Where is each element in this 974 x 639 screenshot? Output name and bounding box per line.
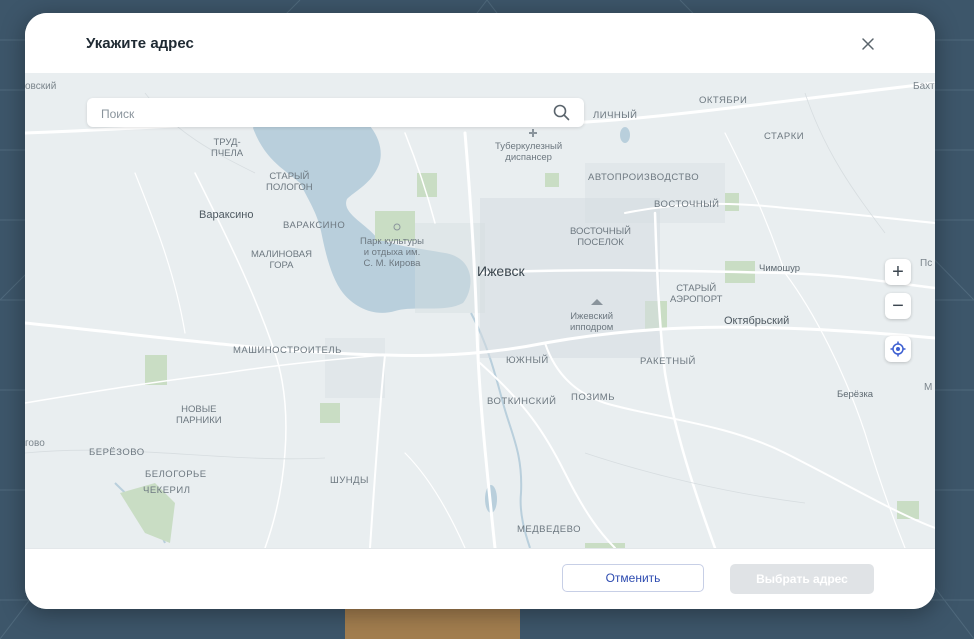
locate-button[interactable] <box>885 336 911 362</box>
edge-label: овский <box>25 81 57 92</box>
district-label: ШУНДЫ <box>330 475 369 486</box>
edge-label: гово <box>25 438 45 449</box>
district-label: БЕЛОГОРЬЕ <box>145 469 207 480</box>
town-label: Октябрьский <box>724 315 790 327</box>
district-label: МЕДВЕДЕВО <box>517 524 582 535</box>
select-address-button[interactable]: Выбрать адрес <box>730 564 874 594</box>
district-label: СТАРЫЙ АЭРОПОРТ <box>670 283 723 305</box>
district-label: НОВЫЕ ПАРНИКИ <box>176 404 222 426</box>
district-label: БЕРЁЗОВО <box>89 447 145 458</box>
zoom-out-button[interactable]: − <box>885 293 911 319</box>
town-label: Вараксино <box>199 209 254 221</box>
district-label: ВОТКИНСКИЙ <box>487 396 557 407</box>
edge-label: Бахт <box>913 81 935 92</box>
district-label: ВОСТОЧНЫЙ ПОСЕЛОК <box>570 226 631 248</box>
district-label: ЮЖНЫЙ <box>506 355 549 366</box>
district-label: РАКЕТНЫЙ <box>640 356 696 367</box>
dialog-footer: Отменить Выбрать адрес <box>25 548 935 609</box>
district-label: МАШИНОСТРОИТЕЛЬ <box>233 345 342 356</box>
district-label: ЛИЧНЫЙ <box>593 110 638 121</box>
search-input[interactable] <box>99 98 543 129</box>
town-label: Берёзка <box>837 389 874 400</box>
search-box <box>87 98 584 129</box>
district-label: ВОСТОЧНЫЙ <box>654 199 720 210</box>
edge-label: Пс <box>920 258 933 269</box>
district-label: ТРУД- ПЧЕЛА <box>211 137 244 159</box>
district-label: АВТОПРОИЗВОДСТВО <box>588 172 700 183</box>
locate-icon <box>890 341 906 357</box>
poi-label: Ижевский ипподром <box>570 311 614 333</box>
district-label: ОКТЯБРИ <box>699 95 748 106</box>
town-label: Чимошур <box>759 263 801 274</box>
close-icon[interactable] <box>859 35 877 53</box>
district-label: ПОЗИМЬ <box>571 392 615 403</box>
city-label: Ижевск <box>477 263 525 279</box>
map-view[interactable]: Ижевск Вараксино Октябрьский Чимошур Бер… <box>25 73 935 548</box>
poi-label: Парк культуры и отдыха им. С. М. Кирова <box>360 236 424 269</box>
edge-label: М <box>924 382 933 393</box>
zoom-in-button[interactable]: + <box>885 259 911 285</box>
cancel-button[interactable]: Отменить <box>562 564 704 592</box>
district-label: СТАРЫЙ ПОЛОГОН <box>266 171 313 193</box>
district-label: МАЛИНОВАЯ ГОРА <box>251 249 312 271</box>
poi-label: Туберкулезный диспансер <box>495 141 563 163</box>
district-label: ЧЕКЕРИЛ <box>143 485 191 496</box>
address-dialog: Укажите адрес Ижевск Вараксино Октябрьск… <box>25 13 935 609</box>
search-icon[interactable] <box>553 104 570 121</box>
district-label: ВАРАКСИНО <box>283 220 346 231</box>
dialog-title: Укажите адрес <box>86 35 194 52</box>
dialog-header: Укажите адрес <box>25 13 935 74</box>
district-label: СТАРКИ <box>764 131 805 142</box>
